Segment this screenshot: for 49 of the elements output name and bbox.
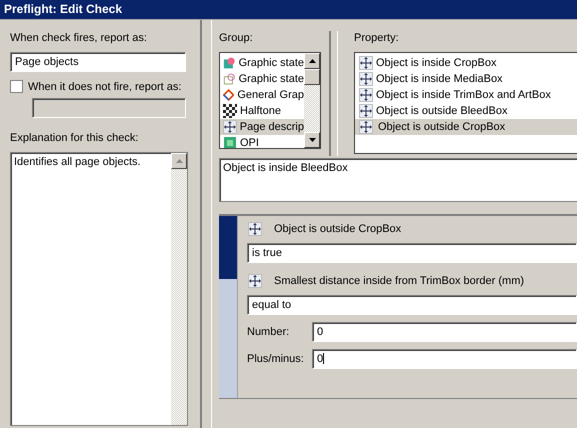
group-item[interactable]: OPI bbox=[220, 135, 304, 148]
move-arrows-icon bbox=[359, 120, 373, 134]
condition-label: Smallest distance inside from TrimBox border (mm) bbox=[274, 275, 524, 287]
move-arrows-icon bbox=[359, 104, 373, 118]
splitter[interactable] bbox=[329, 31, 338, 156]
group-item[interactable]: Halftone bbox=[220, 103, 304, 119]
tolerance-field[interactable]: 0 bbox=[312, 348, 577, 368]
scroll-down-icon[interactable] bbox=[308, 138, 316, 142]
window-title: Preflight: Edit Check bbox=[0, 0, 577, 20]
property-item[interactable]: Object is inside TrimBox and ArtBox bbox=[355, 87, 577, 103]
move-arrows-icon bbox=[248, 274, 262, 288]
group-item[interactable]: General Grap bbox=[220, 87, 304, 103]
scroll-up-icon[interactable] bbox=[308, 59, 316, 63]
property-item[interactable]: Object is inside MediaBox bbox=[355, 71, 577, 87]
tolerance-label: Plus/minus: bbox=[247, 352, 305, 364]
operator-field[interactable]: is true bbox=[247, 243, 577, 263]
property-item[interactable]: Object is outside CropBox bbox=[355, 119, 577, 135]
checker-icon bbox=[223, 104, 237, 118]
report-field[interactable]: Page objects bbox=[10, 52, 186, 72]
outline-shape-icon bbox=[223, 72, 236, 86]
condition-label: Object is outside CropBox bbox=[274, 223, 402, 235]
operator-field[interactable]: equal to bbox=[247, 295, 577, 315]
property-label: Property: bbox=[354, 31, 400, 45]
not-fire-label: When it does not fire, report as: bbox=[28, 80, 182, 92]
group-item[interactable]: Graphic state bbox=[220, 71, 304, 87]
move-arrows-icon bbox=[359, 72, 373, 86]
move-arrows-icon bbox=[359, 88, 373, 102]
condition-marker[interactable] bbox=[219, 278, 237, 398]
diamond-icon bbox=[223, 88, 234, 102]
move-arrows-icon bbox=[359, 56, 373, 70]
group-item[interactable]: Page descrip bbox=[220, 119, 304, 135]
scrollbar[interactable] bbox=[171, 153, 187, 425]
scroll-thumb[interactable] bbox=[304, 69, 320, 85]
scrollbar[interactable] bbox=[304, 53, 320, 148]
condition-marker[interactable] bbox=[219, 216, 237, 279]
group-label: Group: bbox=[219, 31, 254, 45]
report-label: When check fires, report as: bbox=[10, 31, 148, 45]
move-arrows-icon bbox=[223, 120, 237, 134]
explanation-label: Explanation for this check: bbox=[10, 131, 140, 145]
group-item[interactable]: Graphic state bbox=[220, 55, 304, 71]
splitter[interactable] bbox=[200, 20, 212, 428]
scroll-up-icon[interactable] bbox=[171, 153, 187, 169]
property-item[interactable]: Object is inside CropBox bbox=[355, 55, 577, 71]
property-item[interactable]: Object is outside BleedBox bbox=[355, 103, 577, 119]
palette-icon bbox=[223, 56, 236, 70]
move-arrows-icon bbox=[248, 222, 262, 236]
description-field[interactable]: Object is inside BleedBox bbox=[219, 158, 577, 202]
number-label: Number: bbox=[247, 326, 290, 338]
number-field[interactable]: 0 bbox=[312, 322, 577, 342]
